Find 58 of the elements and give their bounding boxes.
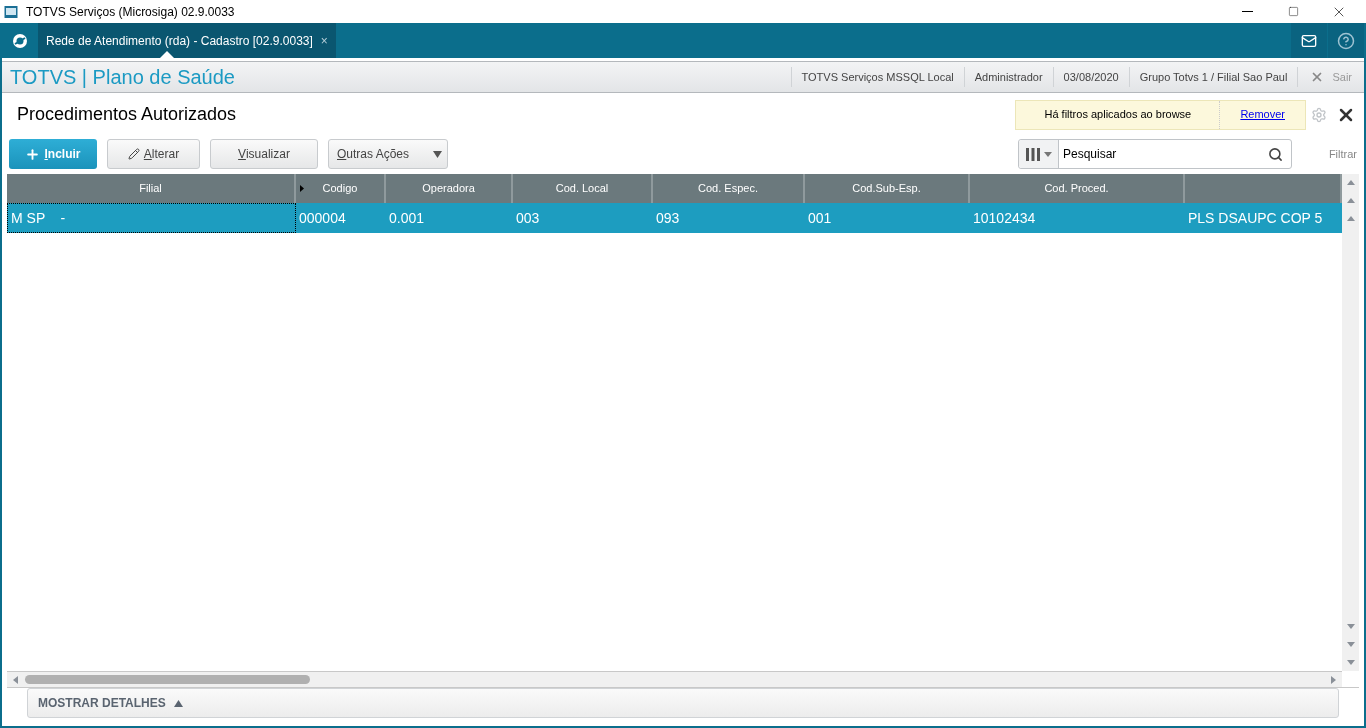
filter-link[interactable]: Filtrar [1302, 145, 1359, 163]
help-icon [1337, 31, 1355, 50]
tab-close-icon[interactable]: × [320, 31, 328, 50]
header-info: 03/08/2020 [1052, 67, 1129, 87]
settings-icon[interactable] [1311, 106, 1327, 123]
tab[interactable]: Rede de Atendimento (rda) - Cadastro [02.9.0033] × [38, 23, 336, 58]
page-up-icon[interactable] [1345, 196, 1356, 206]
remove-link[interactable]: Remover [1219, 100, 1305, 129]
include-button[interactable]: Incluir [9, 139, 97, 169]
caret-icon [433, 150, 442, 158]
filter-notice-text: Há filtros aplicados ao browse [1043, 107, 1193, 123]
table-cell-text: 10102434 [972, 208, 1037, 228]
expand-caret-icon [173, 699, 183, 707]
exit-button[interactable]: Sair [1297, 67, 1364, 87]
table-cell: M SP - [7, 203, 296, 233]
edit-button[interactable]: Alterar [107, 139, 200, 169]
mail-icon [1301, 32, 1317, 49]
page-down-icon[interactable] [1345, 639, 1356, 649]
plus-icon [25, 146, 41, 162]
brand-title: TOTVS | Plano de Saúde [9, 65, 235, 90]
view-button[interactable]: Visualizar [210, 139, 318, 169]
sort-arrow-icon [300, 185, 304, 192]
scroll-right-icon[interactable] [1328, 674, 1338, 685]
table-cell-text: 093 [655, 208, 681, 228]
header-info: TOTVS Serviços MSSQL Local [790, 67, 964, 87]
scroll-left-icon[interactable] [11, 674, 21, 685]
scroll-down-icon[interactable] [1345, 621, 1356, 631]
minimize-icon [1241, 11, 1253, 12]
horizontal-scrollbar[interactable] [7, 671, 1342, 687]
help-button[interactable] [1328, 23, 1364, 58]
scroll-bottom-icon[interactable] [1345, 657, 1356, 667]
show-details-button[interactable]: MOSTRAR DETALHES [27, 688, 1339, 718]
table-cell-text: 000004 [298, 208, 347, 228]
search-icon[interactable] [1268, 146, 1283, 162]
logo-icon [12, 32, 28, 49]
columns-icon [1025, 147, 1040, 161]
restore-icon [1287, 6, 1299, 17]
search-input[interactable]: Pesquisar [1059, 145, 1268, 163]
page-title: Procedimentos Autorizados [16, 103, 237, 126]
window-title: TOTVS Serviços (Microsiga) 02.9.0033 [26, 3, 235, 21]
mail-button[interactable] [1291, 23, 1327, 58]
pencil-icon [127, 148, 140, 160]
table-cell-text: 0.001 [388, 208, 426, 228]
table-cell-text: PLS DSAUPC COP 5 [1187, 208, 1324, 228]
scroll-up-icon[interactable] [1345, 214, 1356, 224]
header-info: Administrador [963, 67, 1053, 87]
table-cell-text: 001 [807, 208, 833, 228]
scroll-thumb[interactable] [25, 675, 310, 684]
scroll-top-icon[interactable] [1345, 178, 1356, 188]
caret-icon [1043, 151, 1052, 157]
search-field[interactable]: Pesquisar [1018, 139, 1292, 169]
vertical-scrollbar[interactable] [1342, 174, 1359, 671]
app-icon [4, 4, 18, 19]
table-row[interactable]: M SP - 000004 0.001 003 093 001 10102434 PLS DSAUPC COP 5 [7, 203, 1342, 233]
header-info: Grupo Totvs 1 / Filial Sao Paul [1128, 67, 1298, 87]
table-cell-text: 003 [515, 208, 541, 228]
column-selector[interactable] [1019, 140, 1059, 168]
more-actions-button[interactable]: Outras Ações [328, 139, 448, 169]
